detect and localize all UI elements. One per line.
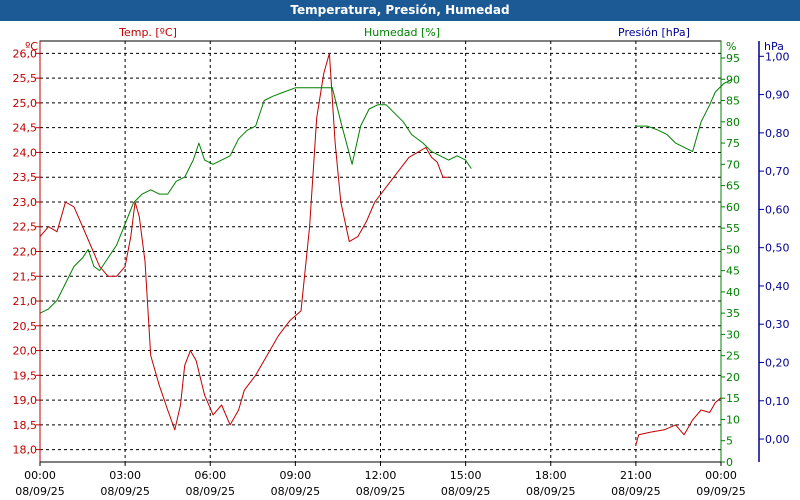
- temp-tick-label: 21,0: [13, 295, 38, 308]
- temp-tick-label: 24,5: [13, 122, 38, 135]
- hum-tick-label: 85: [726, 95, 740, 108]
- hum-tick-label: 30: [726, 328, 740, 341]
- pres-tick-label: 0,00: [765, 433, 790, 446]
- hum-tick-label: 5: [726, 435, 733, 448]
- temp-series-line: [39, 52, 449, 431]
- x-tick-date: 08/09/25: [611, 485, 660, 498]
- hum-series-line: [39, 87, 472, 314]
- x-tick-time: 06:00: [194, 469, 226, 482]
- pres-tick-label: 0,30: [765, 318, 790, 331]
- x-tick-time: 18:00: [535, 469, 567, 482]
- x-tick-time: 15:00: [450, 469, 482, 482]
- pres-tick-label: 0,90: [765, 89, 790, 102]
- temp-axis-label: Temp. [ºC]: [118, 26, 177, 39]
- hum-tick-label: 75: [726, 137, 740, 150]
- hum-tick-label: 0: [726, 456, 733, 469]
- pres-tick-label: 0,80: [765, 127, 790, 140]
- x-tick-date: 08/09/25: [186, 485, 235, 498]
- grid: [39, 40, 722, 463]
- pres-tick-label: 0,70: [765, 165, 790, 178]
- x-tick-date: 08/09/25: [15, 485, 64, 498]
- hum-tick-label: 95: [726, 52, 740, 65]
- x-tick-time: 12:00: [365, 469, 397, 482]
- hum-tick-label: 45: [726, 265, 740, 278]
- hum-tick-label: 25: [726, 350, 740, 363]
- hum-tick-label: 35: [726, 307, 740, 320]
- series-group: [39, 52, 733, 445]
- hum-tick-label: 70: [726, 158, 740, 171]
- x-tick-time: 00:00: [705, 469, 737, 482]
- temp-tick-label: 22,0: [13, 246, 38, 259]
- hum-tick-label: 55: [726, 222, 740, 235]
- temp-tick-label: 20,0: [13, 345, 38, 358]
- temp-tick-label: 25,0: [13, 97, 38, 110]
- pres-unit-label: hPa: [764, 40, 784, 53]
- temp-tick-label: 25,5: [13, 72, 38, 85]
- hum-series-line: [635, 78, 733, 153]
- hum-tick-label: 65: [726, 180, 740, 193]
- hum-tick-label: 80: [726, 116, 740, 129]
- x-tick-date: 08/09/25: [100, 485, 149, 498]
- temp-tick-label: 22,5: [13, 221, 38, 234]
- x-tick-time: 21:00: [620, 469, 652, 482]
- hum-tick-label: 10: [726, 413, 740, 426]
- temp-series-line: [635, 397, 722, 445]
- temp-tick-label: 20,5: [13, 320, 38, 333]
- pres-axis-label: Presión [hPa]: [618, 26, 690, 39]
- pres-tick-label: 0,20: [765, 356, 790, 369]
- temp-tick-label: 18,0: [13, 444, 38, 457]
- pres-tick-label: 0,60: [765, 203, 790, 216]
- temp-tick-label: 19,5: [13, 369, 38, 382]
- chart-canvas: 18,0 18,5 19,0 19,5 20,0 20,5 21,0 21,5 22,0 22,5…: [13, 26, 790, 498]
- temp-tick-label: 23,5: [13, 171, 38, 184]
- pres-tick-label: 0,10: [765, 395, 790, 408]
- temp-tick-label: 19,0: [13, 394, 38, 407]
- hum-tick-label: 15: [726, 392, 740, 405]
- temp-unit-label: ºC: [25, 40, 38, 53]
- x-tick-date: 08/09/25: [356, 485, 405, 498]
- hum-tick-label: 40: [726, 286, 740, 299]
- hum-axis-label: Humedad [%]: [364, 26, 440, 39]
- x-tick-date: 08/09/25: [271, 485, 320, 498]
- temp-tick-label: 24,0: [13, 146, 38, 159]
- hum-tick-label: 50: [726, 243, 740, 256]
- x-tick-date: 08/09/25: [441, 485, 490, 498]
- hum-tick-label: 90: [726, 73, 740, 86]
- x-tick-time: 09:00: [280, 469, 312, 482]
- x-tick-date: 09/09/25: [696, 485, 745, 498]
- hum-tick-label: 20: [726, 371, 740, 384]
- temp-tick-label: 21,5: [13, 270, 38, 283]
- temp-tick-label: 23,0: [13, 196, 38, 209]
- x-tick-time: 03:00: [109, 469, 141, 482]
- pres-tick-label: 0,50: [765, 242, 790, 255]
- hum-unit-label: %: [726, 40, 736, 53]
- x-tick-time: 00:00: [24, 469, 56, 482]
- temp-tick-label: 18,5: [13, 419, 38, 432]
- axes: 18,0 18,5 19,0 19,5 20,0 20,5 21,0 21,5 22,0 22,5…: [13, 41, 790, 498]
- x-tick-date: 08/09/25: [526, 485, 575, 498]
- pres-tick-label: 0,40: [765, 280, 790, 293]
- hum-tick-label: 60: [726, 201, 740, 214]
